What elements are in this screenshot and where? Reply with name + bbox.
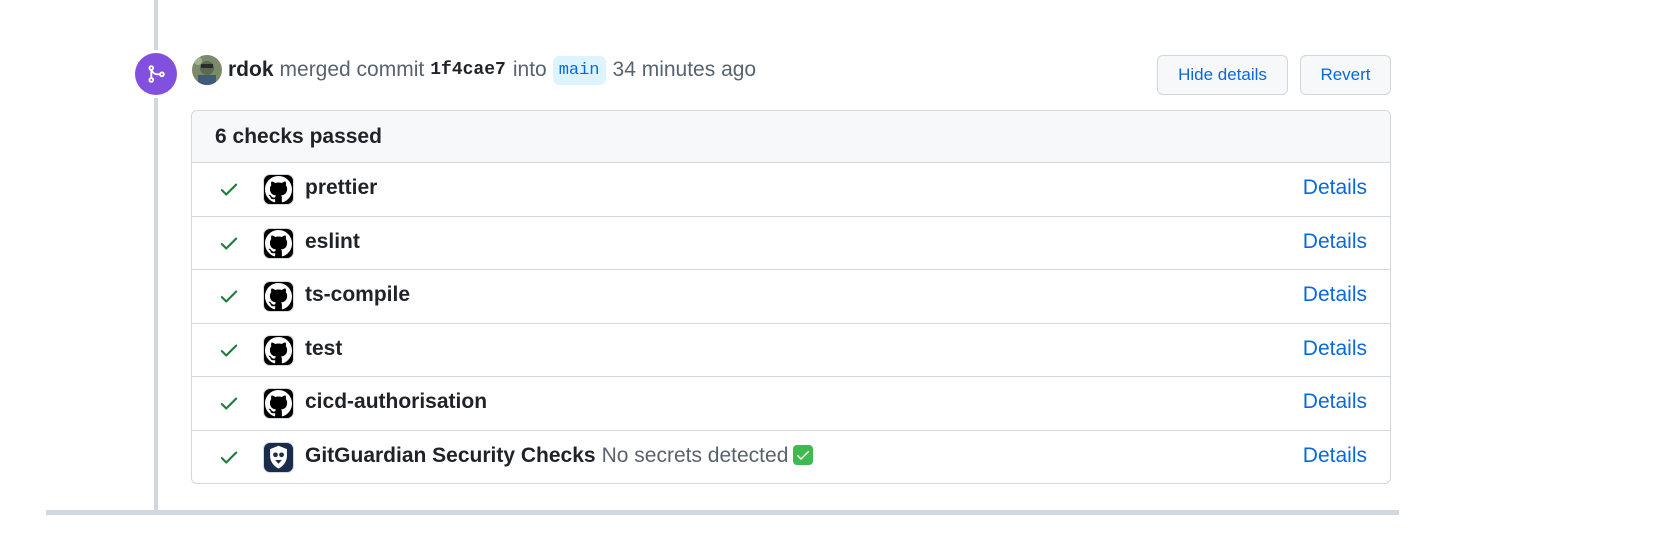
check-name: eslint bbox=[305, 230, 360, 254]
merge-action-text: merged commit bbox=[279, 58, 425, 81]
merge-badge bbox=[135, 53, 177, 95]
check-name: prettier bbox=[305, 176, 377, 200]
github-icon bbox=[263, 174, 294, 205]
commit-sha-link[interactable]: 1f4cae7 bbox=[430, 60, 506, 80]
details-link[interactable]: Details bbox=[1303, 390, 1367, 414]
check-name-text: prettier bbox=[305, 176, 378, 199]
check-name: GitGuardian Security Checks No secrets de… bbox=[305, 443, 814, 468]
check-icon bbox=[218, 285, 240, 307]
details-link[interactable]: Details bbox=[1303, 176, 1367, 200]
details-link[interactable]: Details bbox=[1303, 230, 1367, 254]
check-name: ts-compile bbox=[305, 283, 410, 307]
github-icon bbox=[263, 334, 294, 366]
check-row: ts-compile Details bbox=[192, 270, 1390, 324]
merge-event-header: rdok merged commit 1f4cae7 into main 34 … bbox=[192, 54, 762, 86]
revert-button[interactable]: Revert bbox=[1300, 55, 1391, 95]
github-icon bbox=[263, 281, 294, 312]
check-icon bbox=[218, 232, 240, 254]
check-icon bbox=[218, 446, 240, 468]
git-merge-icon bbox=[148, 65, 165, 83]
actor-username[interactable]: rdok bbox=[228, 58, 274, 82]
into-text: into bbox=[512, 58, 547, 81]
timeline-end-divider bbox=[46, 510, 1399, 515]
details-link[interactable]: Details bbox=[1303, 444, 1367, 468]
check-icon bbox=[218, 392, 240, 414]
check-row: test Details bbox=[192, 324, 1390, 377]
check-description: No secrets detected bbox=[601, 443, 789, 467]
checks-panel: 6 checks passed prettier Details eslint Det… bbox=[191, 110, 1391, 484]
github-icon bbox=[263, 227, 294, 259]
avatar[interactable] bbox=[192, 55, 222, 85]
checks-list: prettier Details eslint Details ts-compile De… bbox=[192, 163, 1390, 484]
check-icon bbox=[218, 178, 240, 200]
branch-label[interactable]: main bbox=[552, 55, 606, 85]
check-mark-emoji-icon bbox=[793, 444, 814, 465]
check-name: cicd-authorisation bbox=[305, 390, 487, 414]
check-name-text: cicd-authorisation bbox=[305, 390, 488, 413]
details-link[interactable]: Details bbox=[1303, 337, 1367, 361]
check-icon bbox=[218, 339, 240, 361]
checks-summary: 6 checks passed bbox=[192, 111, 1390, 163]
check-name-text: ts-compile bbox=[305, 283, 411, 306]
check-name-text: eslint bbox=[305, 229, 360, 253]
gitguardian-icon bbox=[263, 441, 294, 473]
timestamp: 34 minutes ago bbox=[612, 58, 757, 81]
github-icon bbox=[263, 388, 294, 419]
check-name-text: GitGuardian Security Checks bbox=[305, 443, 596, 467]
check-row: eslint Details bbox=[192, 217, 1390, 270]
check-name-text: test bbox=[305, 336, 343, 360]
check-row: GitGuardian Security Checks No secrets de… bbox=[192, 431, 1390, 484]
check-name: test bbox=[305, 337, 342, 361]
hide-details-button[interactable]: Hide details bbox=[1157, 55, 1288, 95]
check-row: prettier Details bbox=[192, 163, 1390, 217]
check-row: cicd-authorisation Details bbox=[192, 377, 1390, 431]
details-link[interactable]: Details bbox=[1303, 283, 1367, 307]
